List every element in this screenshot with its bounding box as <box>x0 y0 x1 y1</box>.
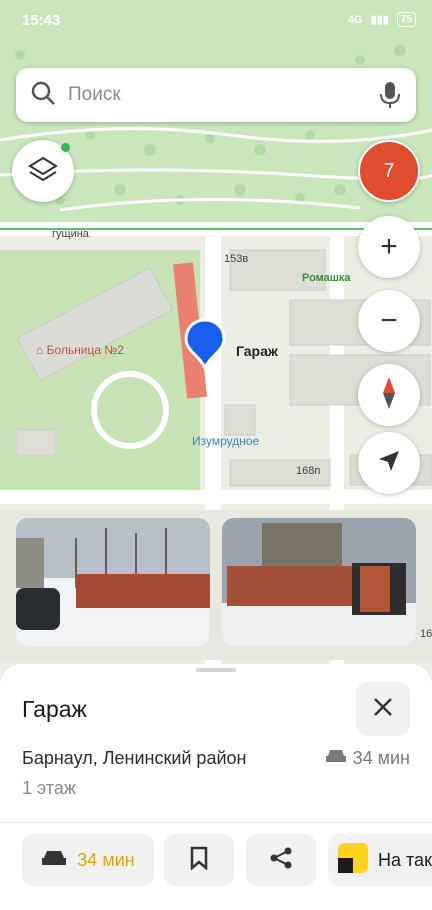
divider <box>0 822 432 823</box>
battery-icon: 75 <box>396 12 416 27</box>
close-icon <box>373 697 393 722</box>
microphone-icon[interactable] <box>378 81 402 114</box>
search-icon <box>30 80 56 111</box>
compass-button[interactable] <box>358 364 420 426</box>
search-input[interactable]: Поиск <box>68 84 121 106</box>
search-bar[interactable]: Поиск <box>16 68 416 122</box>
route-button[interactable]: 34 мин <box>22 834 154 886</box>
share-button[interactable] <box>246 834 316 886</box>
place-address: Барнаул, Ленинский район <box>22 748 247 768</box>
house-number-label: 153в <box>224 253 249 265</box>
minus-icon: − <box>380 304 398 337</box>
close-button[interactable] <box>356 682 410 736</box>
zoom-out-button[interactable]: − <box>358 290 420 352</box>
place-photo[interactable] <box>222 518 416 646</box>
car-icon <box>41 849 67 872</box>
shop-label[interactable]: Ромашка <box>302 272 351 284</box>
zoom-in-button[interactable]: + <box>358 216 420 278</box>
status-bar: 15:43 4G ▮▮▮ 75 <box>0 0 432 44</box>
taxi-button[interactable]: На такси <box>328 834 432 886</box>
signal-icon: ▮▮▮ <box>370 14 389 26</box>
layers-icon <box>28 154 58 189</box>
route-time: 34 мин <box>77 849 135 870</box>
compass-icon <box>378 376 400 415</box>
hospital-label[interactable]: ⌂ Больница №2 <box>36 343 124 357</box>
house-number-label: 168п <box>296 465 321 477</box>
sheet-drag-handle[interactable] <box>196 668 236 672</box>
street-label: гущина <box>52 228 89 240</box>
status-time: 15:43 <box>22 12 61 29</box>
pin-label: Гараж <box>236 343 278 359</box>
share-icon <box>269 846 293 875</box>
hospital-icon: ⌂ <box>36 343 47 357</box>
drive-time: 34 мин <box>325 748 410 769</box>
my-location-button[interactable] <box>358 432 420 494</box>
drive-time-value: 34 мин <box>352 748 410 768</box>
navigation-arrow-icon <box>377 449 401 478</box>
car-icon <box>325 748 347 769</box>
layers-indicator-dot <box>61 143 70 152</box>
plus-icon: + <box>380 230 398 263</box>
network-label: 4G <box>348 13 363 26</box>
status-icons: 4G ▮▮▮ 75 <box>348 12 416 27</box>
place-floor: 1 этаж <box>22 778 76 798</box>
place-title: Гараж <box>22 696 87 722</box>
place-photo[interactable] <box>16 518 210 646</box>
layers-button[interactable] <box>12 140 74 202</box>
bookmark-icon <box>190 846 208 875</box>
cluster-badge[interactable]: 7 <box>358 140 420 202</box>
edge-number-label: 16 <box>420 628 432 640</box>
bookmark-button[interactable] <box>164 834 234 886</box>
taxi-label: На такси <box>378 849 432 870</box>
bus-stop-label[interactable]: Изумрудное <box>192 434 259 448</box>
taxi-logo-icon <box>338 842 368 878</box>
